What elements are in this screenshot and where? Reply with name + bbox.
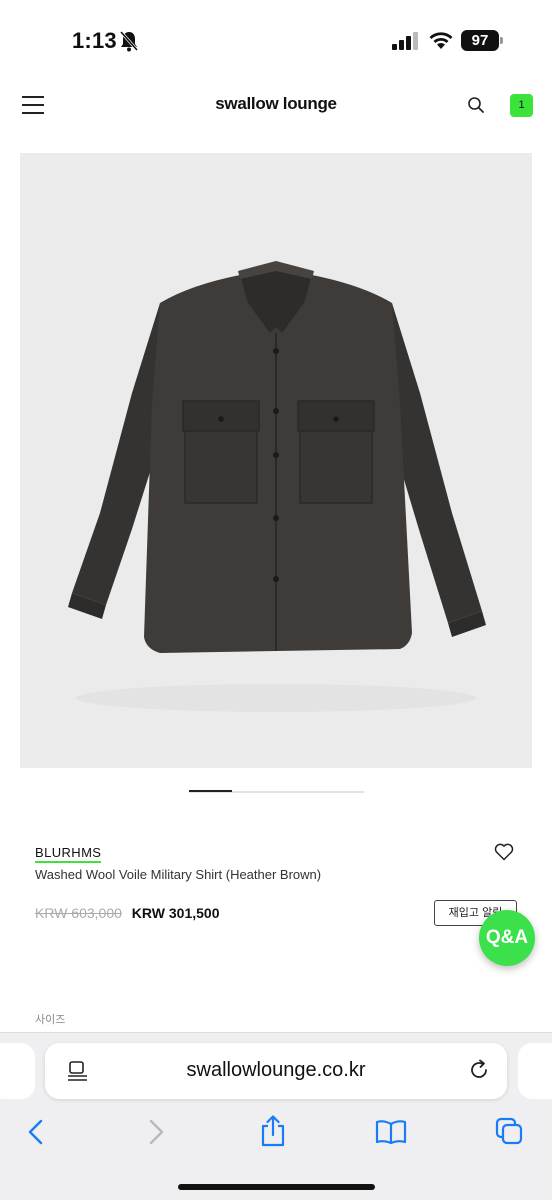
size-label: 사이즈 xyxy=(35,1014,66,1026)
previous-tab-preview[interactable] xyxy=(0,1043,35,1099)
back-icon[interactable] xyxy=(26,1119,46,1145)
tabs-overview-icon[interactable] xyxy=(495,1117,523,1145)
cart-button[interactable]: 1 xyxy=(510,94,533,117)
browser-toolbar: swallowlounge.co.kr xyxy=(0,1032,552,1200)
bell-off-icon xyxy=(119,31,139,52)
bookmarks-icon[interactable] xyxy=(375,1119,407,1145)
battery-tip xyxy=(500,37,503,44)
image-carousel-indicator xyxy=(189,790,232,792)
original-price: KRW 603,000 xyxy=(35,905,122,921)
heart-icon[interactable] xyxy=(494,843,514,861)
product-brand-link[interactable]: BLURHMS xyxy=(35,845,102,863)
app-header: swallow lounge 1 xyxy=(0,80,552,130)
product-name: Washed Wool Voile Military Shirt (Heathe… xyxy=(35,867,322,882)
cellular-signal-icon xyxy=(392,32,418,50)
battery-indicator: 97 xyxy=(461,30,499,51)
reload-icon[interactable] xyxy=(468,1059,490,1081)
status-time: 1:13 xyxy=(72,28,117,53)
wifi-icon xyxy=(429,32,453,49)
qa-floating-button[interactable]: Q&A xyxy=(479,910,535,966)
shirt-illustration xyxy=(68,261,486,712)
address-bar[interactable]: swallowlounge.co.kr xyxy=(45,1043,507,1099)
share-icon[interactable] xyxy=(260,1115,286,1147)
search-icon[interactable] xyxy=(467,96,485,114)
url-text[interactable]: swallowlounge.co.kr xyxy=(45,1059,507,1082)
sale-price: KRW 301,500 xyxy=(131,905,220,921)
price-row: KRW 603,000 KRW 301,500 xyxy=(35,905,219,921)
home-indicator xyxy=(178,1184,375,1190)
forward-icon[interactable] xyxy=(146,1119,166,1145)
status-bar: 1:13 97 xyxy=(0,0,552,70)
next-tab-preview[interactable] xyxy=(518,1043,552,1099)
product-image[interactable] xyxy=(20,153,532,768)
